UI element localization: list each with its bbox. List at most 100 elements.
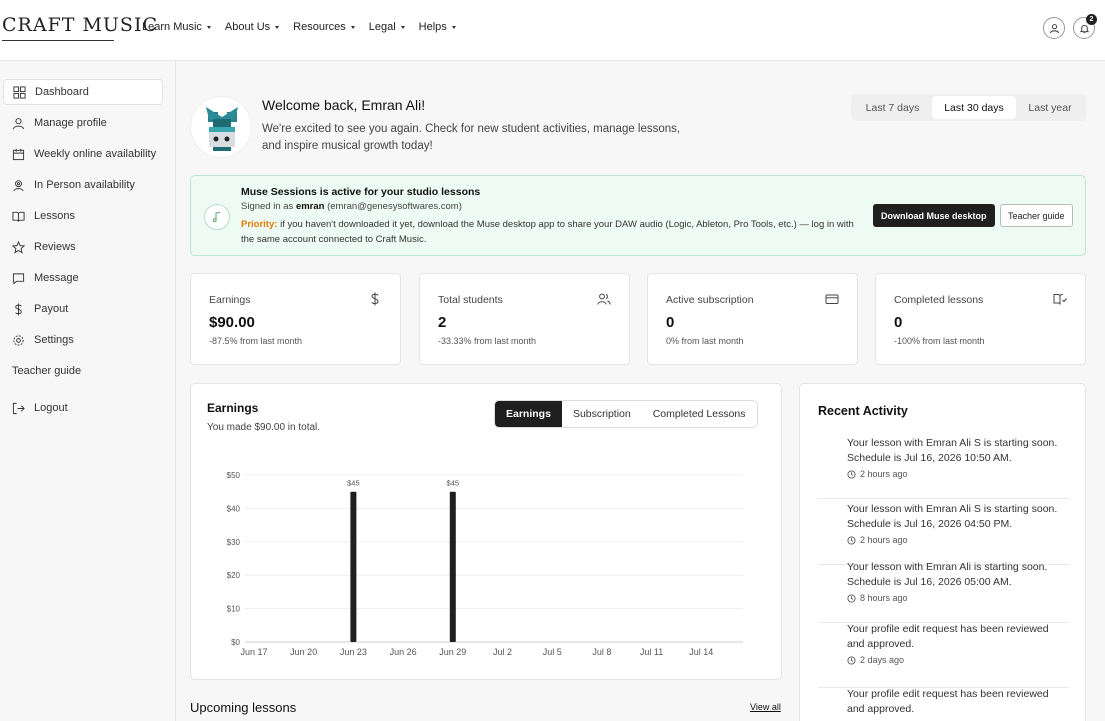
logout-icon — [12, 402, 25, 414]
main-nav: Learn Music About Us Resources Legal Hel… — [142, 21, 470, 33]
stat-value: 2 — [438, 314, 447, 331]
x-tick-label: Jul 11 — [640, 647, 663, 657]
activity-item: Your profile edit request has been revie… — [818, 687, 1069, 721]
sidebar-item-message[interactable]: Message — [3, 265, 163, 291]
activity-item: Your lesson with Emran Ali S is starting… — [818, 436, 1069, 499]
muse-username: emran — [295, 201, 325, 212]
muse-email: (emran@genesysoftwares.com) — [327, 201, 462, 212]
stat-value: $90.00 — [209, 314, 255, 331]
notification-badge: 2 — [1086, 14, 1097, 25]
activity-time: 2 hours ago — [847, 535, 1069, 545]
stat-value: 0 — [666, 314, 675, 331]
clock-icon — [847, 535, 856, 545]
nav-learn-music[interactable]: Learn Music — [142, 21, 211, 33]
nav-legal[interactable]: Legal — [369, 21, 405, 33]
stat-card-total-students: Total students 2 -33.33% from last month — [419, 273, 630, 365]
book-open-icon — [12, 211, 25, 222]
y-tick-label: $0 — [231, 638, 240, 647]
profile-button[interactable] — [1043, 17, 1065, 39]
mascot-avatar-icon — [206, 107, 238, 151]
user-icon — [12, 117, 25, 129]
welcome-title: Welcome back, Emran Ali! — [262, 97, 426, 113]
sidebar: Dashboard Manage profile Weekly online a… — [0, 61, 176, 721]
x-tick-label: Jun 26 — [390, 647, 417, 657]
user-pin-icon — [13, 179, 24, 191]
stat-change: 0% from last month — [666, 336, 744, 346]
calendar-icon — [12, 148, 25, 160]
x-tick-label: Jul 2 — [493, 647, 512, 657]
stat-change: -33.33% from last month — [438, 336, 537, 346]
nav-about-us[interactable]: About Us — [225, 21, 280, 33]
bar — [449, 491, 456, 642]
earnings-card: Earnings You made $90.00 in total. Earni… — [190, 383, 782, 680]
star-icon — [12, 240, 25, 254]
recent-activity-title: Recent Activity — [818, 404, 908, 418]
stat-card-active-subscription: Active subscription 0 0% from last month — [647, 273, 858, 365]
music-note-icon — [204, 204, 230, 230]
gear-icon — [13, 334, 24, 346]
sidebar-item-logout[interactable]: Logout — [3, 395, 163, 421]
notifications-button[interactable]: 2 — [1073, 14, 1097, 39]
clock-icon — [847, 593, 856, 603]
activity-item: Your lesson with Emran Ali S is starting… — [818, 502, 1069, 565]
sidebar-item-weekly-availability[interactable]: Weekly online availability — [3, 141, 163, 167]
range-last-7-days[interactable]: Last 7 days — [853, 96, 932, 119]
welcome-subtitle: We're excited to see you again. Check fo… — [262, 123, 681, 152]
activity-time: 2 hours ago — [847, 469, 1069, 479]
clock-icon — [847, 469, 856, 479]
chevron-down-icon — [350, 25, 355, 29]
chevron-down-icon — [275, 25, 280, 29]
avatar — [190, 96, 252, 158]
activity-text: Your lesson with Emran Ali is starting s… — [847, 561, 1048, 588]
activity-time: 2 days ago — [847, 655, 1069, 665]
stat-value: 0 — [894, 314, 903, 331]
x-tick-label: Jun 20 — [290, 647, 317, 657]
sidebar-item-reviews[interactable]: Reviews — [3, 234, 163, 260]
recent-activity-card: Recent Activity Your lesson with Emran A… — [799, 383, 1086, 721]
activity-text: Your lesson with Emran Ali S is starting… — [847, 503, 1058, 530]
logo-underline — [2, 40, 114, 41]
sidebar-item-settings[interactable]: Settings — [3, 327, 163, 353]
bar — [350, 491, 357, 642]
sidebar-item-lessons[interactable]: Lessons — [3, 203, 163, 229]
y-tick-label: $20 — [227, 571, 241, 580]
earnings-bar-chart: $0 $10 $20 $30 $40 $50 Jun 17 Jun 20 Jun 23 Jun 2… — [227, 471, 743, 657]
top-header: CRAFT MUSIC Learn Music About Us Resourc… — [0, 0, 1105, 61]
sidebar-item-teacher-guide[interactable]: Teacher guide — [3, 358, 163, 384]
x-tick-label: Jun 17 — [240, 647, 267, 657]
muse-priority-note: Priority: if you haven't downloaded it y… — [241, 219, 854, 245]
y-tick-label: $10 — [227, 605, 241, 614]
range-last-year[interactable]: Last year — [1016, 96, 1084, 119]
chevron-down-icon — [451, 25, 456, 29]
priority-label: Priority: — [241, 219, 278, 230]
chevron-down-icon — [400, 25, 405, 29]
activity-text: Your lesson with Emran Ali S is starting… — [847, 437, 1058, 464]
sidebar-item-dashboard[interactable]: Dashboard — [3, 79, 163, 105]
stat-card-completed-lessons: Completed lessons 0 -100% from last mont… — [875, 273, 1086, 365]
nav-helps[interactable]: Helps — [419, 21, 456, 33]
activity-text: Your profile edit request has been revie… — [847, 688, 1049, 715]
nav-resources[interactable]: Resources — [293, 21, 355, 33]
message-icon — [12, 272, 25, 285]
x-tick-label: Jun 23 — [340, 647, 367, 657]
sidebar-item-manage-profile[interactable]: Manage profile — [3, 110, 163, 136]
user-icon — [1049, 23, 1059, 33]
muse-title: Muse Sessions is active for your studio … — [241, 186, 481, 198]
range-last-30-days[interactable]: Last 30 days — [932, 96, 1016, 119]
stat-change: -100% from last month — [894, 336, 985, 346]
view-all-link[interactable]: View all — [750, 702, 781, 712]
sidebar-item-payout[interactable]: Payout — [3, 296, 163, 322]
sidebar-item-in-person-availability[interactable]: In Person availability — [3, 172, 163, 198]
y-tick-label: $50 — [227, 471, 241, 480]
dollar-icon — [15, 302, 22, 316]
x-tick-label: Jul 8 — [592, 647, 611, 657]
teacher-guide-button[interactable]: Teacher guide — [1000, 204, 1073, 227]
logo[interactable]: CRAFT MUSIC — [2, 14, 158, 36]
muse-signed-in: Signed in as emran (emran@genesysoftware… — [241, 201, 462, 212]
clock-icon — [847, 655, 856, 665]
stat-card-earnings: Earnings $90.00 -87.5% from last month — [190, 273, 401, 365]
upcoming-lessons-title: Upcoming lessons — [190, 700, 297, 715]
chevron-down-icon — [206, 25, 211, 29]
grid-icon — [13, 85, 26, 99]
download-muse-button[interactable]: Download Muse desktop — [873, 204, 995, 227]
